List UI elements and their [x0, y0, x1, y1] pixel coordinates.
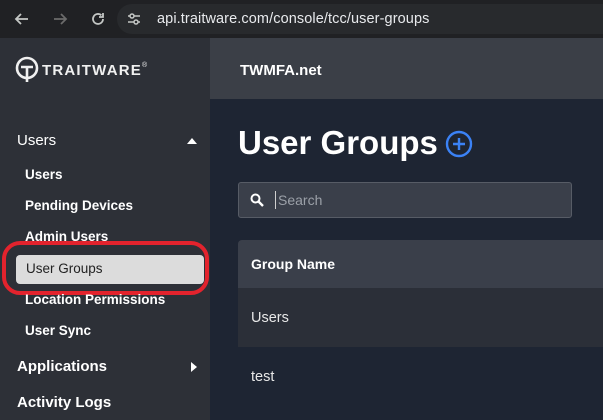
- column-header-group-name[interactable]: Group Name: [238, 240, 603, 288]
- traitware-logo-icon: [15, 56, 39, 82]
- browser-toolbar: api.traitware.com/console/tcc/user-group…: [0, 0, 603, 38]
- sidebar-section-label: Activity Logs: [17, 394, 112, 411]
- sidebar-item-users[interactable]: Users: [25, 167, 63, 182]
- reload-icon[interactable]: [82, 3, 114, 35]
- sidebar-section-activity-logs[interactable]: Activity Logs: [17, 394, 197, 411]
- address-bar[interactable]: api.traitware.com/console/tcc/user-group…: [117, 4, 603, 34]
- sidebar: TRAITWARE® Users Users Pending Devices A…: [0, 38, 210, 420]
- url-text: api.traitware.com/console/tcc/user-group…: [157, 11, 430, 27]
- highlight-annotation: [2, 241, 209, 295]
- traitware-logo[interactable]: TRAITWARE®: [14, 56, 148, 84]
- sidebar-item-location-permissions[interactable]: Location Permissions: [25, 292, 165, 307]
- forward-arrow-icon[interactable]: [44, 3, 76, 35]
- table-row[interactable]: test: [238, 347, 603, 406]
- main-content: User Groups Group Name Users test: [210, 99, 603, 420]
- site-settings-icon[interactable]: [121, 6, 147, 32]
- search-box: [238, 182, 572, 218]
- table-row[interactable]: Users: [238, 288, 603, 347]
- top-header: TWMFA.net: [210, 38, 603, 99]
- caret-right-icon: [191, 361, 197, 372]
- add-group-button[interactable]: [445, 130, 473, 158]
- user-groups-table: Group Name Users test: [238, 240, 603, 406]
- sidebar-section-users[interactable]: Users: [17, 132, 197, 149]
- sidebar-item-pending-devices[interactable]: Pending Devices: [25, 198, 133, 213]
- search-icon: [239, 193, 275, 207]
- sidebar-item-user-sync[interactable]: User Sync: [25, 323, 91, 338]
- back-arrow-icon[interactable]: [6, 3, 38, 35]
- sidebar-section-applications[interactable]: Applications: [17, 358, 197, 375]
- search-input[interactable]: [275, 191, 560, 209]
- logo-wordmark: TRAITWARE®: [42, 61, 149, 79]
- page-title: User Groups: [238, 124, 438, 161]
- org-name: TWMFA.net: [240, 62, 322, 79]
- caret-up-icon: [187, 137, 197, 144]
- sidebar-section-label: Users: [17, 132, 57, 149]
- sidebar-section-label: Applications: [17, 358, 108, 375]
